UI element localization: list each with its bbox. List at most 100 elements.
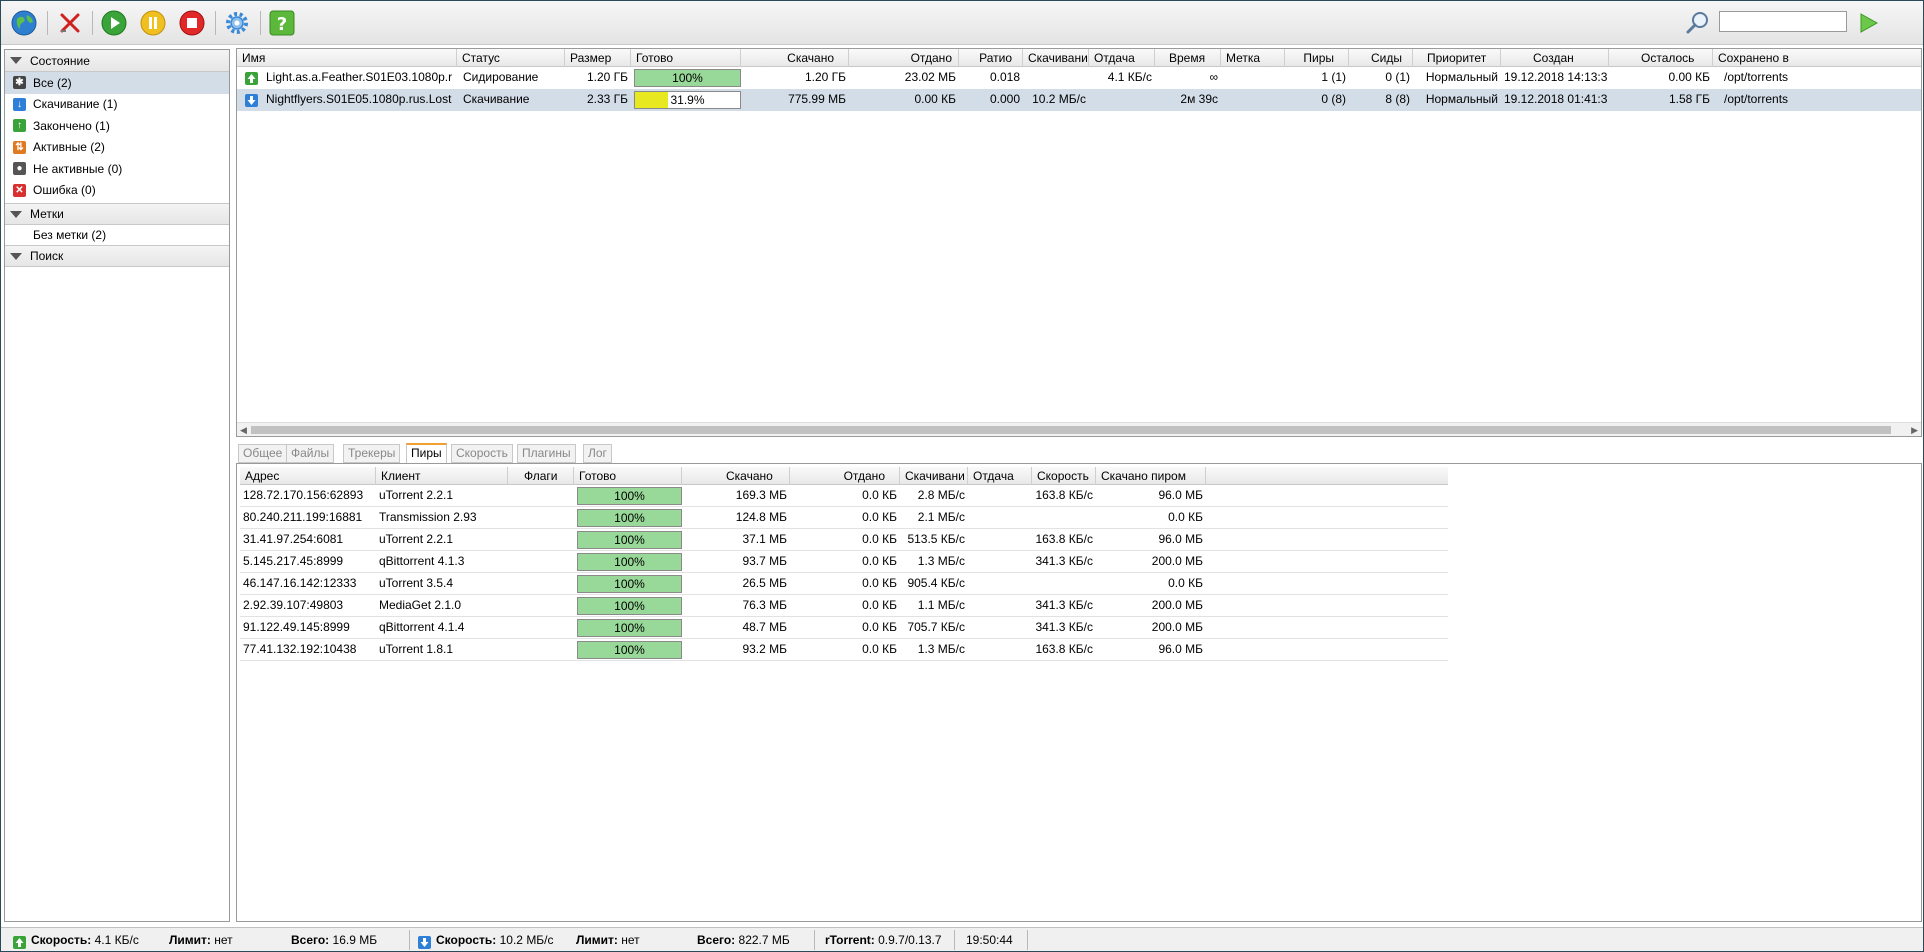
- pause-icon[interactable]: [139, 9, 167, 37]
- peer-uploaded: 0.0 КБ: [862, 532, 897, 546]
- column-header-dl-speed[interactable]: Скачивани: [1023, 49, 1089, 67]
- scroll-right-icon[interactable]: ▶: [1911, 425, 1918, 436]
- column-header-dl-speed[interactable]: Скачивани: [900, 467, 968, 485]
- column-header-seeds[interactable]: Сиды: [1349, 49, 1413, 67]
- go-icon[interactable]: [1854, 9, 1882, 37]
- tab-speed[interactable]: Скорость: [451, 444, 513, 463]
- column-header-ratio[interactable]: Ратио: [959, 49, 1023, 67]
- state-header[interactable]: Состояние: [5, 50, 229, 72]
- download-icon: [418, 933, 431, 949]
- progress-bar: 31.9%: [634, 91, 741, 109]
- peer-address: 91.122.49.145:8999: [243, 620, 350, 634]
- column-header-ul-speed[interactable]: Отдача: [968, 467, 1032, 485]
- peer-flags: [508, 639, 574, 661]
- peer-row[interactable]: 91.122.49.145:8999 qBittorrent 4.1.4 48.7 …: [240, 617, 1448, 639]
- sidebar-item-all[interactable]: ✱ Все (2): [5, 72, 229, 94]
- tab-files[interactable]: Файлы: [286, 444, 335, 463]
- sidebar-item-active[interactable]: ⇅ Активные (2): [5, 137, 229, 159]
- tab-general[interactable]: Общее: [238, 444, 288, 463]
- column-header-downloaded[interactable]: Скачано: [682, 467, 790, 485]
- search-icon[interactable]: [1684, 9, 1712, 37]
- upload-icon: [13, 933, 26, 949]
- labels-header[interactable]: Метки: [5, 203, 229, 225]
- column-header-saved-to[interactable]: Сохранено в: [1713, 49, 1921, 67]
- stop-icon[interactable]: [178, 9, 206, 37]
- peer-ul: [968, 595, 1032, 617]
- column-header-uploaded[interactable]: Отдано: [790, 467, 900, 485]
- torrent-row[interactable]: Nightflyers.S01E05.1080p.rus.Lost Скачив…: [237, 89, 1921, 111]
- peer-uploaded: 0.0 КБ: [862, 642, 897, 656]
- peer-address: 46.147.16.142:12333: [243, 576, 357, 590]
- globe-icon[interactable]: [10, 9, 38, 37]
- column-header-done[interactable]: Готово: [631, 49, 741, 67]
- client-version-label: rTorrent:: [825, 933, 875, 947]
- column-header-client[interactable]: Клиент: [376, 467, 508, 485]
- column-header-done[interactable]: Готово: [574, 467, 682, 485]
- column-header-priority[interactable]: Приоритет: [1413, 49, 1501, 67]
- peer-dl: 513.5 КБ/с: [907, 532, 965, 546]
- tab-plugins[interactable]: Плагины: [517, 444, 576, 463]
- peer-peer-dl: 0.0 КБ: [1168, 510, 1203, 524]
- torrent-name: Light.as.a.Feather.S01E03.1080p.r: [266, 70, 453, 84]
- torrent-ratio: 0.000: [989, 92, 1020, 106]
- peer-row[interactable]: 31.41.97.254:6081 uTorrent 2.2.1 37.1 МБ 0.…: [240, 529, 1448, 551]
- column-header-address[interactable]: Адрес: [240, 467, 376, 485]
- peer-client: uTorrent 2.2.1: [379, 488, 454, 502]
- column-header-ul-speed[interactable]: Отдача: [1089, 49, 1155, 67]
- upload-total: Всего: 16.9 МБ: [291, 928, 377, 952]
- peer-downloaded: 26.5 МБ: [742, 576, 787, 590]
- peer-row[interactable]: 77.41.132.192:10438 uTorrent 1.8.1 93.2 МБ…: [240, 639, 1448, 661]
- start-icon[interactable]: [100, 9, 128, 37]
- scrollbar-thumb[interactable]: [251, 426, 1891, 434]
- torrent-dl-speed: [1023, 67, 1089, 89]
- peer-uploaded: 0.0 КБ: [862, 620, 897, 634]
- torrent-created: 19.12.2018 01:41:3: [1504, 92, 1608, 106]
- sidebar-item-no-label[interactable]: Без метки (2): [5, 225, 229, 245]
- column-header-flags[interactable]: Флаги: [508, 467, 574, 485]
- column-header-uploaded[interactable]: Отдано: [849, 49, 959, 67]
- column-header-peer-downloaded[interactable]: Скачано пиром: [1096, 467, 1206, 485]
- settings-icon[interactable]: [223, 9, 251, 37]
- scroll-left-icon[interactable]: ◀: [240, 425, 247, 436]
- peer-row[interactable]: 46.147.16.142:12333 uTorrent 3.5.4 26.5 МБ…: [240, 573, 1448, 595]
- column-header-eta[interactable]: Время: [1155, 49, 1221, 67]
- finished-icon: ↑: [13, 119, 26, 133]
- column-header-speed[interactable]: Скорость: [1032, 467, 1096, 485]
- column-header-created[interactable]: Создан: [1501, 49, 1609, 67]
- peer-peer-dl: 200.0 МБ: [1151, 554, 1203, 568]
- peer-uploaded: 0.0 КБ: [862, 510, 897, 524]
- sidebar-item-downloading[interactable]: ↓ Скачивание (1): [5, 94, 229, 116]
- sidebar-item-finished[interactable]: ↑ Закончено (1): [5, 115, 229, 137]
- sidebar-item-error[interactable]: ✕ Ошибка (0): [5, 180, 229, 202]
- upload-limit-label: Лимит:: [169, 933, 211, 947]
- column-header-size[interactable]: Размер: [565, 49, 631, 67]
- search-input[interactable]: [1719, 11, 1847, 32]
- peer-row[interactable]: 128.72.170.156:62893 uTorrent 2.2.1 169.3 …: [240, 485, 1448, 507]
- sidebar-item-inactive[interactable]: ● Не активные (0): [5, 158, 229, 180]
- search-header[interactable]: Поиск: [5, 245, 229, 267]
- downloading-icon: [245, 93, 259, 107]
- column-header-status[interactable]: Статус: [457, 49, 565, 67]
- progress-text: 31.9%: [670, 93, 705, 107]
- peer-client: MediaGet 2.1.0: [379, 598, 462, 612]
- tab-log[interactable]: Лог: [583, 444, 612, 463]
- help-icon[interactable]: ?: [268, 9, 296, 37]
- torrent-row[interactable]: Light.as.a.Feather.S01E03.1080p.r Сидиро…: [237, 67, 1921, 89]
- peer-row[interactable]: 80.240.211.199:16881 Transmission 2.93 124…: [240, 507, 1448, 529]
- torrent-ratio: 0.018: [989, 70, 1020, 84]
- peer-downloaded: 76.3 МБ: [742, 598, 787, 612]
- peer-speed: 341.3 КБ/с: [1035, 620, 1093, 634]
- delete-icon[interactable]: [56, 9, 84, 37]
- tab-trackers[interactable]: Трекеры: [343, 444, 401, 463]
- column-header-downloaded[interactable]: Скачано: [741, 49, 849, 67]
- torrent-downloaded: 775.99 МБ: [788, 92, 846, 106]
- horizontal-scrollbar[interactable]: ◀ ▶: [237, 422, 1921, 436]
- upload-speed-value: 4.1 КБ/с: [94, 933, 139, 947]
- column-header-remaining[interactable]: Осталось: [1609, 49, 1713, 67]
- peer-row[interactable]: 2.92.39.107:49803 MediaGet 2.1.0 76.3 МБ 0.…: [240, 595, 1448, 617]
- tab-peers[interactable]: Пиры: [406, 443, 447, 463]
- peer-row[interactable]: 5.145.217.45:8999 qBittorrent 4.1.3 93.7 М…: [240, 551, 1448, 573]
- column-header-label[interactable]: Метка: [1221, 49, 1285, 67]
- column-header-name[interactable]: Имя: [237, 49, 457, 67]
- column-header-peers[interactable]: Пиры: [1285, 49, 1349, 67]
